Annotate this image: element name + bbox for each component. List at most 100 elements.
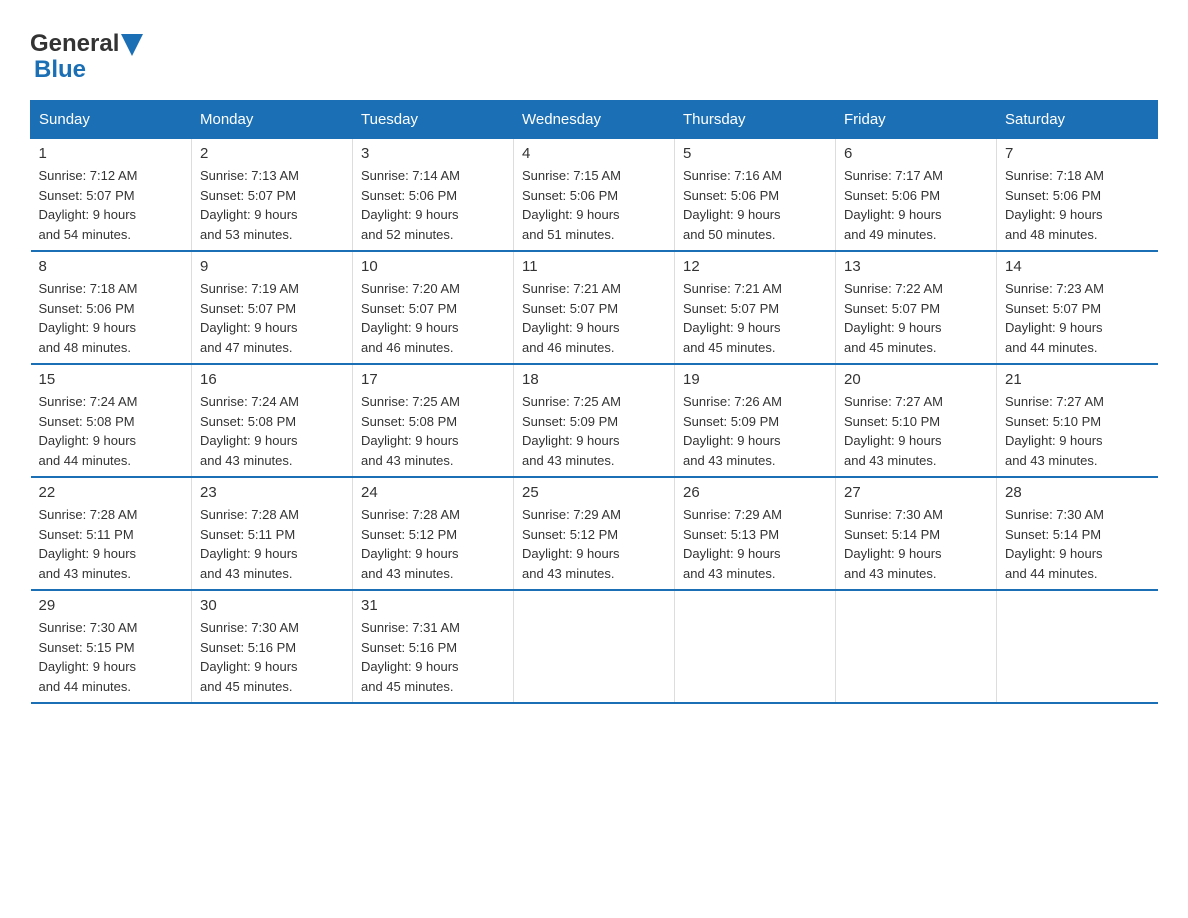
logo-row2: Blue xyxy=(30,56,86,84)
logo-blue-text: Blue xyxy=(34,56,86,84)
day-info: Sunrise: 7:30 AMSunset: 5:15 PMDaylight:… xyxy=(39,618,184,696)
day-info: Sunrise: 7:21 AMSunset: 5:07 PMDaylight:… xyxy=(683,279,827,357)
calendar-cell-w1-d6: 6 Sunrise: 7:17 AMSunset: 5:06 PMDaylight… xyxy=(836,139,997,252)
day-info: Sunrise: 7:29 AMSunset: 5:12 PMDaylight:… xyxy=(522,505,666,583)
day-number: 16 xyxy=(200,371,344,388)
week-row-5: 29 Sunrise: 7:30 AMSunset: 5:15 PMDayligh… xyxy=(31,590,1158,703)
day-info: Sunrise: 7:24 AMSunset: 5:08 PMDaylight:… xyxy=(200,392,344,470)
day-number: 28 xyxy=(1005,484,1150,501)
day-number: 19 xyxy=(683,371,827,388)
day-number: 24 xyxy=(361,484,505,501)
calendar-cell-w3-d6: 20 Sunrise: 7:27 AMSunset: 5:10 PMDayligh… xyxy=(836,364,997,477)
weekday-header-monday: Monday xyxy=(192,101,353,139)
day-number: 18 xyxy=(522,371,666,388)
day-info: Sunrise: 7:22 AMSunset: 5:07 PMDaylight:… xyxy=(844,279,988,357)
calendar-cell-w5-d4 xyxy=(514,590,675,703)
day-number: 29 xyxy=(39,597,184,614)
calendar-cell-w4-d2: 23 Sunrise: 7:28 AMSunset: 5:11 PMDayligh… xyxy=(192,477,353,590)
logo-general-text: General xyxy=(30,30,119,58)
weekday-header-row: SundayMondayTuesdayWednesdayThursdayFrid… xyxy=(31,101,1158,139)
day-info: Sunrise: 7:30 AMSunset: 5:16 PMDaylight:… xyxy=(200,618,344,696)
day-info: Sunrise: 7:18 AMSunset: 5:06 PMDaylight:… xyxy=(1005,166,1150,244)
day-number: 23 xyxy=(200,484,344,501)
calendar-cell-w4-d7: 28 Sunrise: 7:30 AMSunset: 5:14 PMDayligh… xyxy=(997,477,1158,590)
day-info: Sunrise: 7:28 AMSunset: 5:12 PMDaylight:… xyxy=(361,505,505,583)
logo-arrow-icon xyxy=(121,34,143,56)
calendar-cell-w5-d2: 30Sunrise: 7:30 AMSunset: 5:16 PMDayligh… xyxy=(192,590,353,703)
day-number: 2 xyxy=(200,145,344,162)
day-info: Sunrise: 7:23 AMSunset: 5:07 PMDaylight:… xyxy=(1005,279,1150,357)
day-info: Sunrise: 7:14 AMSunset: 5:06 PMDaylight:… xyxy=(361,166,505,244)
calendar-cell-w4-d1: 22Sunrise: 7:28 AMSunset: 5:11 PMDayligh… xyxy=(31,477,192,590)
week-row-1: 1Sunrise: 7:12 AMSunset: 5:07 PMDaylight… xyxy=(31,139,1158,252)
calendar-cell-w2-d7: 14 Sunrise: 7:23 AMSunset: 5:07 PMDayligh… xyxy=(997,251,1158,364)
day-number: 26 xyxy=(683,484,827,501)
day-info: Sunrise: 7:17 AMSunset: 5:06 PMDaylight:… xyxy=(844,166,988,244)
day-info: Sunrise: 7:31 AMSunset: 5:16 PMDaylight:… xyxy=(361,618,505,696)
day-info: Sunrise: 7:21 AMSunset: 5:07 PMDaylight:… xyxy=(522,279,666,357)
day-number: 10 xyxy=(361,258,505,275)
calendar-cell-w3-d1: 15Sunrise: 7:24 AMSunset: 5:08 PMDayligh… xyxy=(31,364,192,477)
day-info: Sunrise: 7:12 AMSunset: 5:07 PMDaylight:… xyxy=(39,166,184,244)
day-info: Sunrise: 7:26 AMSunset: 5:09 PMDaylight:… xyxy=(683,392,827,470)
day-number: 17 xyxy=(361,371,505,388)
day-number: 27 xyxy=(844,484,988,501)
day-number: 21 xyxy=(1005,371,1150,388)
calendar-cell-w4-d3: 24 Sunrise: 7:28 AMSunset: 5:12 PMDayligh… xyxy=(353,477,514,590)
day-info: Sunrise: 7:30 AMSunset: 5:14 PMDaylight:… xyxy=(1005,505,1150,583)
day-info: Sunrise: 7:15 AMSunset: 5:06 PMDaylight:… xyxy=(522,166,666,244)
weekday-header-thursday: Thursday xyxy=(675,101,836,139)
calendar-cell-w3-d3: 17 Sunrise: 7:25 AMSunset: 5:08 PMDayligh… xyxy=(353,364,514,477)
calendar-cell-w5-d6 xyxy=(836,590,997,703)
day-number: 4 xyxy=(522,145,666,162)
day-number: 20 xyxy=(844,371,988,388)
calendar-cell-w1-d7: 7Sunrise: 7:18 AMSunset: 5:06 PMDaylight… xyxy=(997,139,1158,252)
day-info: Sunrise: 7:29 AMSunset: 5:13 PMDaylight:… xyxy=(683,505,827,583)
day-info: Sunrise: 7:25 AMSunset: 5:08 PMDaylight:… xyxy=(361,392,505,470)
weekday-header-sunday: Sunday xyxy=(31,101,192,139)
calendar-cell-w3-d2: 16 Sunrise: 7:24 AMSunset: 5:08 PMDayligh… xyxy=(192,364,353,477)
calendar-cell-w2-d6: 13 Sunrise: 7:22 AMSunset: 5:07 PMDayligh… xyxy=(836,251,997,364)
day-number: 11 xyxy=(522,258,666,275)
day-number: 9 xyxy=(200,258,344,275)
calendar-cell-w2-d1: 8Sunrise: 7:18 AMSunset: 5:06 PMDaylight… xyxy=(31,251,192,364)
day-number: 5 xyxy=(683,145,827,162)
day-info: Sunrise: 7:30 AMSunset: 5:14 PMDaylight:… xyxy=(844,505,988,583)
calendar-cell-w2-d5: 12 Sunrise: 7:21 AMSunset: 5:07 PMDayligh… xyxy=(675,251,836,364)
day-info: Sunrise: 7:13 AMSunset: 5:07 PMDaylight:… xyxy=(200,166,344,244)
calendar-cell-w5-d5 xyxy=(675,590,836,703)
day-number: 14 xyxy=(1005,258,1150,275)
week-row-2: 8Sunrise: 7:18 AMSunset: 5:06 PMDaylight… xyxy=(31,251,1158,364)
calendar-cell-w5-d3: 31Sunrise: 7:31 AMSunset: 5:16 PMDayligh… xyxy=(353,590,514,703)
calendar-cell-w5-d7 xyxy=(997,590,1158,703)
weekday-header-wednesday: Wednesday xyxy=(514,101,675,139)
day-info: Sunrise: 7:19 AMSunset: 5:07 PMDaylight:… xyxy=(200,279,344,357)
day-info: Sunrise: 7:27 AMSunset: 5:10 PMDaylight:… xyxy=(1005,392,1150,470)
day-info: Sunrise: 7:28 AMSunset: 5:11 PMDaylight:… xyxy=(200,505,344,583)
day-info: Sunrise: 7:18 AMSunset: 5:06 PMDaylight:… xyxy=(39,279,184,357)
day-number: 12 xyxy=(683,258,827,275)
calendar-cell-w2-d3: 10Sunrise: 7:20 AMSunset: 5:07 PMDayligh… xyxy=(353,251,514,364)
day-info: Sunrise: 7:25 AMSunset: 5:09 PMDaylight:… xyxy=(522,392,666,470)
week-row-3: 15Sunrise: 7:24 AMSunset: 5:08 PMDayligh… xyxy=(31,364,1158,477)
calendar-cell-w2-d4: 11 Sunrise: 7:21 AMSunset: 5:07 PMDayligh… xyxy=(514,251,675,364)
calendar-cell-w3-d5: 19 Sunrise: 7:26 AMSunset: 5:09 PMDayligh… xyxy=(675,364,836,477)
day-number: 22 xyxy=(39,484,184,501)
calendar-cell-w1-d3: 3Sunrise: 7:14 AMSunset: 5:06 PMDaylight… xyxy=(353,139,514,252)
calendar-cell-w1-d5: 5Sunrise: 7:16 AMSunset: 5:06 PMDaylight… xyxy=(675,139,836,252)
calendar-cell-w1-d4: 4 Sunrise: 7:15 AMSunset: 5:06 PMDaylight… xyxy=(514,139,675,252)
day-number: 13 xyxy=(844,258,988,275)
weekday-header-friday: Friday xyxy=(836,101,997,139)
day-number: 6 xyxy=(844,145,988,162)
calendar-cell-w5-d1: 29 Sunrise: 7:30 AMSunset: 5:15 PMDayligh… xyxy=(31,590,192,703)
calendar-cell-w1-d1: 1Sunrise: 7:12 AMSunset: 5:07 PMDaylight… xyxy=(31,139,192,252)
header-area: General Blue xyxy=(30,20,1158,84)
calendar-cell-w4-d4: 25Sunrise: 7:29 AMSunset: 5:12 PMDayligh… xyxy=(514,477,675,590)
day-info: Sunrise: 7:27 AMSunset: 5:10 PMDaylight:… xyxy=(844,392,988,470)
week-row-4: 22 Sunrise: 7:28 AMSunset: 5:11 PMDayligh… xyxy=(31,477,1158,590)
weekday-header-saturday: Saturday xyxy=(997,101,1158,139)
weekday-header-tuesday: Tuesday xyxy=(353,101,514,139)
logo-row1: General xyxy=(30,30,143,58)
calendar-cell-w3-d4: 18 Sunrise: 7:25 AMSunset: 5:09 PMDayligh… xyxy=(514,364,675,477)
calendar-cell-w4-d5: 26 Sunrise: 7:29 AMSunset: 5:13 PMDayligh… xyxy=(675,477,836,590)
